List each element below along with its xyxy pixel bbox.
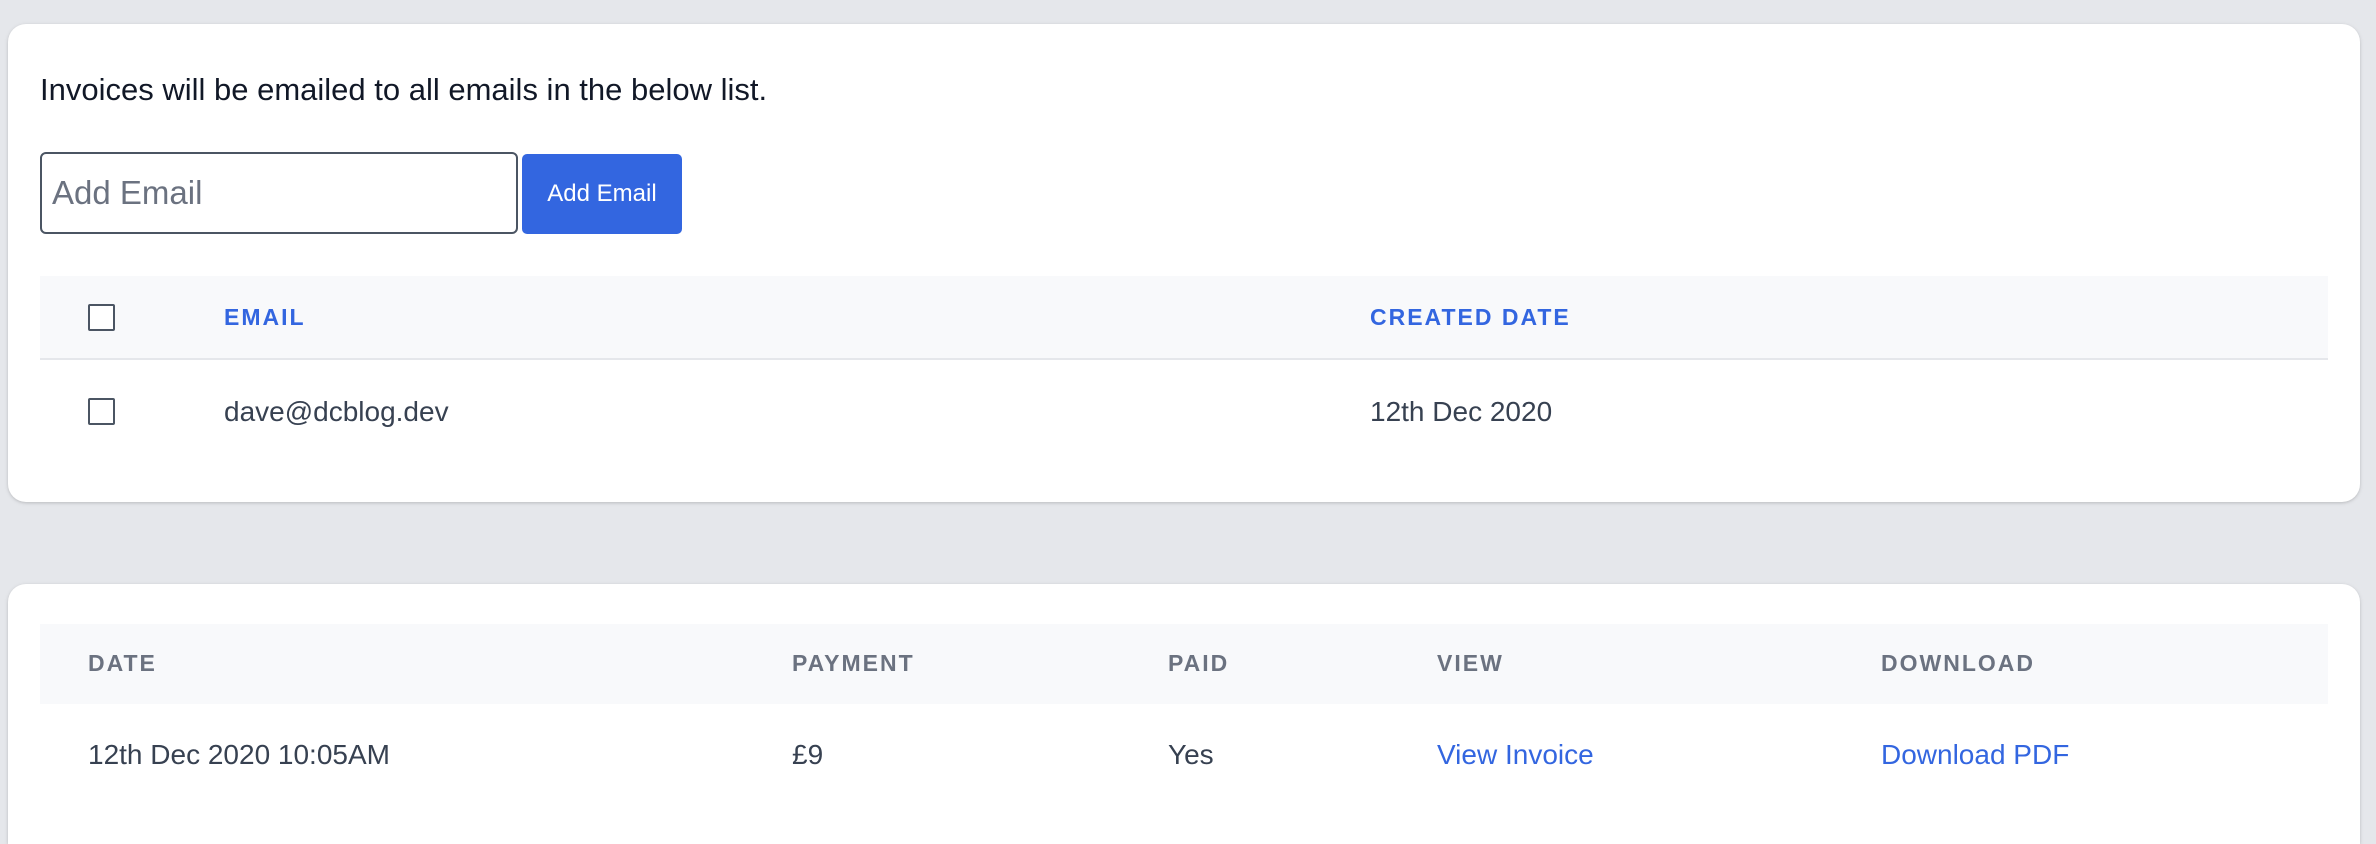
email-cell: dave@dcblog.dev (224, 396, 449, 427)
invoice-payment-cell: £9 (792, 739, 824, 770)
view-invoice-link[interactable]: View Invoice (1437, 737, 1594, 773)
invoice-emails-card: Invoices will be emailed to all emails i… (8, 24, 2360, 502)
add-email-input[interactable] (40, 152, 518, 234)
column-header-created-date[interactable]: CREATED DATE (1370, 302, 1571, 332)
column-header-email[interactable]: EMAIL (224, 302, 306, 332)
invoice-date-cell: 12th Dec 2020 10:05AM (88, 739, 390, 770)
column-header-download: DOWNLOAD (1881, 650, 2035, 676)
row-select-checkbox[interactable] (88, 398, 115, 425)
invoices-card: DATE PAYMENT PAID VIEW DOWNLOAD 12th Dec… (8, 584, 2360, 844)
select-all-checkbox[interactable] (88, 304, 115, 331)
download-pdf-link[interactable]: Download PDF (1881, 737, 2069, 773)
column-header-date: DATE (88, 650, 157, 676)
column-header-view: VIEW (1437, 650, 1504, 676)
emails-table-header: EMAIL CREATED DATE (40, 276, 2328, 360)
created-date-cell: 12th Dec 2020 (1370, 396, 1553, 427)
column-header-payment: PAYMENT (792, 650, 915, 676)
column-header-paid: PAID (1168, 650, 1230, 676)
invoice-paid-cell: Yes (1168, 739, 1214, 770)
add-email-button[interactable]: Add Email (522, 154, 682, 234)
invoices-table-header: DATE PAYMENT PAID VIEW DOWNLOAD (40, 624, 2328, 704)
invoice-emails-description: Invoices will be emailed to all emails i… (40, 72, 768, 107)
